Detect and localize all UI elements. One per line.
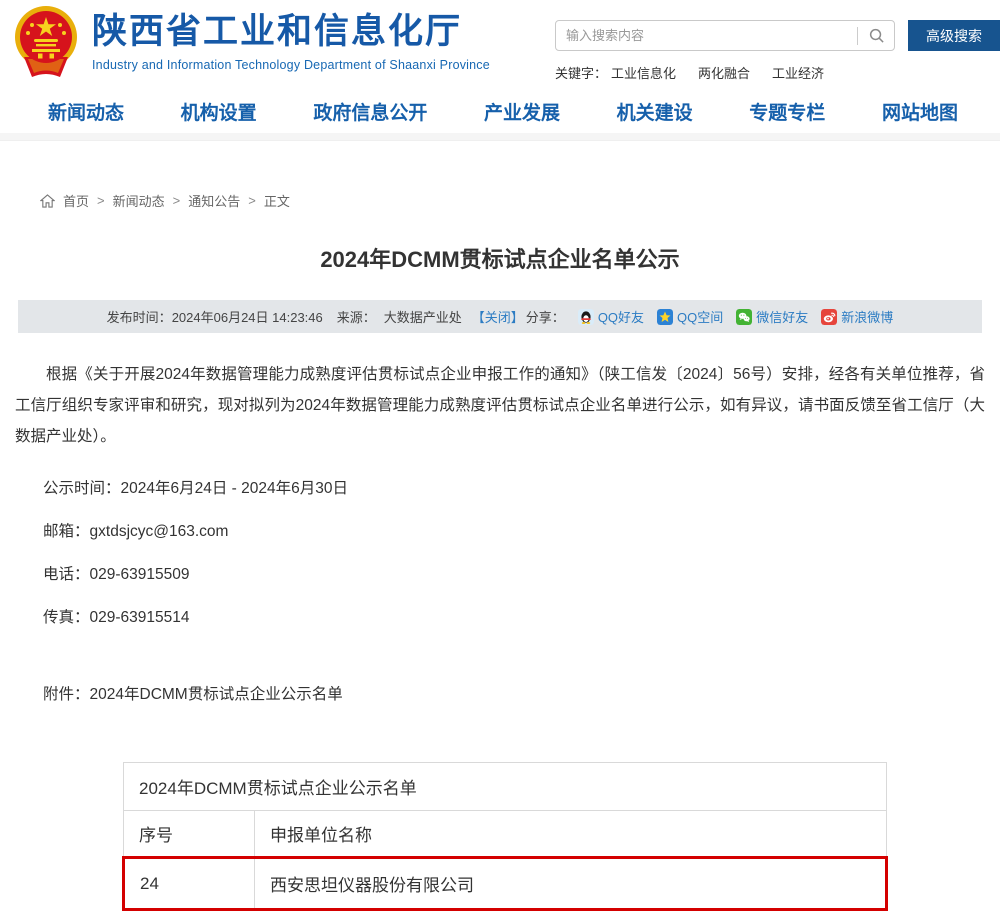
article-paragraph: 根据《关于开展2024年数据管理能力成熟度评估贯标试点企业申报工作的通知》（陕工… [15, 359, 985, 452]
publish-time: 2024年06月24日 14:23:46 [172, 307, 323, 326]
keyword-link[interactable]: 两化融合 [698, 63, 750, 82]
keyword-link[interactable]: 工业信息化 [611, 63, 676, 82]
row-no: 24 [124, 858, 255, 910]
nav-separator [0, 133, 1000, 141]
detail-label: 电话： [43, 566, 90, 583]
breadcrumb-current: 正文 [264, 191, 290, 210]
nav-item-topics[interactable]: 专题专栏 [749, 98, 825, 125]
article-title: 2024年DCMM贯标试点企业名单公示 [15, 242, 985, 274]
share-qq-label: QQ好友 [598, 307, 644, 326]
breadcrumb-notices[interactable]: 通知公告 [188, 191, 240, 210]
table-header-row: 序号 申报单位名称 [124, 811, 887, 858]
breadcrumb-separator: > [97, 193, 105, 208]
detail-value: gxtdsjcyc@163.com [90, 523, 229, 540]
advanced-search-button[interactable]: 高级搜索 [908, 20, 1000, 51]
nav-item-sitemap[interactable]: 网站地图 [882, 98, 958, 125]
nav-item-industry[interactable]: 产业发展 [484, 98, 560, 125]
share-wechat[interactable]: 微信好友 [736, 307, 808, 326]
share-wechat-label: 微信好友 [756, 307, 808, 326]
article-meta-bar: 发布时间： 2024年06月24日 14:23:46 来源： 大数据产业处 【关… [18, 300, 982, 333]
share-weibo[interactable]: 新浪微博 [821, 307, 893, 326]
search-button[interactable] [858, 21, 894, 50]
breadcrumb: 首页 > 新闻动态 > 通知公告 > 正文 [40, 191, 985, 210]
table-caption-row: 2024年DCMM贯标试点企业公示名单 [124, 763, 887, 811]
row-company-name: 西安思坦仪器股份有限公司 [255, 858, 887, 910]
detail-email: 邮箱：gxtdsjcyc@163.com [15, 517, 985, 546]
table-row-highlighted: 24 西安思坦仪器股份有限公司 [124, 858, 887, 910]
detail-phone: 电话：029-63915509 [15, 560, 985, 589]
national-emblem-logo [14, 5, 78, 79]
breadcrumb-news[interactable]: 新闻动态 [113, 191, 165, 210]
detail-value: 2024年6月24日 - 2024年6月30日 [121, 480, 348, 497]
table-col-no: 序号 [124, 811, 255, 858]
detail-fax: 传真：029-63915514 [15, 603, 985, 632]
nav-item-agency[interactable]: 机关建设 [617, 98, 693, 125]
share-qzone-label: QQ空间 [677, 307, 723, 326]
site-brand: 陕西省工业和信息化厅 Industry and Information Tech… [14, 5, 490, 79]
nav-item-news[interactable]: 新闻动态 [48, 98, 124, 125]
detail-label: 传真： [43, 609, 90, 626]
breadcrumb-separator: > [248, 193, 256, 208]
search-area: 高级搜索 关键字： 工业信息化 两化融合 工业经济 [555, 20, 1000, 82]
detail-value: 029-63915509 [90, 566, 190, 583]
detail-label: 邮箱： [43, 523, 90, 540]
site-header: 陕西省工业和信息化厅 Industry and Information Tech… [0, 0, 1000, 90]
qzone-icon [657, 309, 673, 325]
attachment-link[interactable]: 2024年DCMM贯标试点企业公示名单 [90, 686, 343, 703]
article-details: 公示时间：2024年6月24日 - 2024年6月30日 邮箱：gxtdsjcy… [15, 474, 985, 632]
share-weibo-label: 新浪微博 [841, 307, 893, 326]
hot-keywords: 关键字： 工业信息化 两化融合 工业经济 [555, 63, 1000, 82]
detail-label: 公示时间： [43, 480, 121, 497]
nav-item-gov-info[interactable]: 政府信息公开 [313, 98, 427, 125]
site-title: 陕西省工业和信息化厅 [92, 13, 490, 52]
share-label: 分享： [526, 307, 565, 326]
breadcrumb-separator: > [173, 193, 181, 208]
nav-item-organization[interactable]: 机构设置 [181, 98, 257, 125]
table-col-name: 申报单位名称 [255, 811, 887, 858]
keyword-link[interactable]: 工业经济 [772, 63, 824, 82]
qq-icon [578, 309, 594, 325]
source-label: 来源： [337, 307, 376, 326]
home-icon [40, 194, 55, 208]
share-qq-friend[interactable]: QQ好友 [578, 307, 644, 326]
weibo-icon [821, 309, 837, 325]
attachment-line: 附件：2024年DCMM贯标试点企业公示名单 [15, 682, 985, 704]
main-nav: 新闻动态 机构设置 政府信息公开 产业发展 机关建设 专题专栏 网站地图 [0, 90, 1000, 133]
attachment-label: 附件： [43, 686, 90, 703]
breadcrumb-home[interactable]: 首页 [63, 191, 89, 210]
page-content: 首页 > 新闻动态 > 通知公告 > 正文 2024年DCMM贯标试点企业名单公… [0, 191, 1000, 911]
share-qzone[interactable]: QQ空间 [657, 307, 723, 326]
source-value: 大数据产业处 [384, 307, 462, 326]
search-box [555, 20, 895, 51]
search-input[interactable] [556, 28, 857, 43]
table-caption: 2024年DCMM贯标试点企业公示名单 [124, 763, 887, 811]
keywords-label: 关键字： [555, 63, 607, 82]
publish-label: 发布时间： [107, 307, 172, 326]
detail-value: 029-63915514 [90, 609, 190, 626]
close-link[interactable]: 【关闭】 [472, 307, 524, 326]
wechat-icon [736, 309, 752, 325]
search-icon [868, 27, 885, 44]
detail-publicity-period: 公示时间：2024年6月24日 - 2024年6月30日 [15, 474, 985, 503]
site-subtitle: Industry and Information Technology Depa… [92, 58, 490, 72]
publicity-table: 2024年DCMM贯标试点企业公示名单 序号 申报单位名称 24 西安思坦仪器股… [122, 762, 888, 911]
